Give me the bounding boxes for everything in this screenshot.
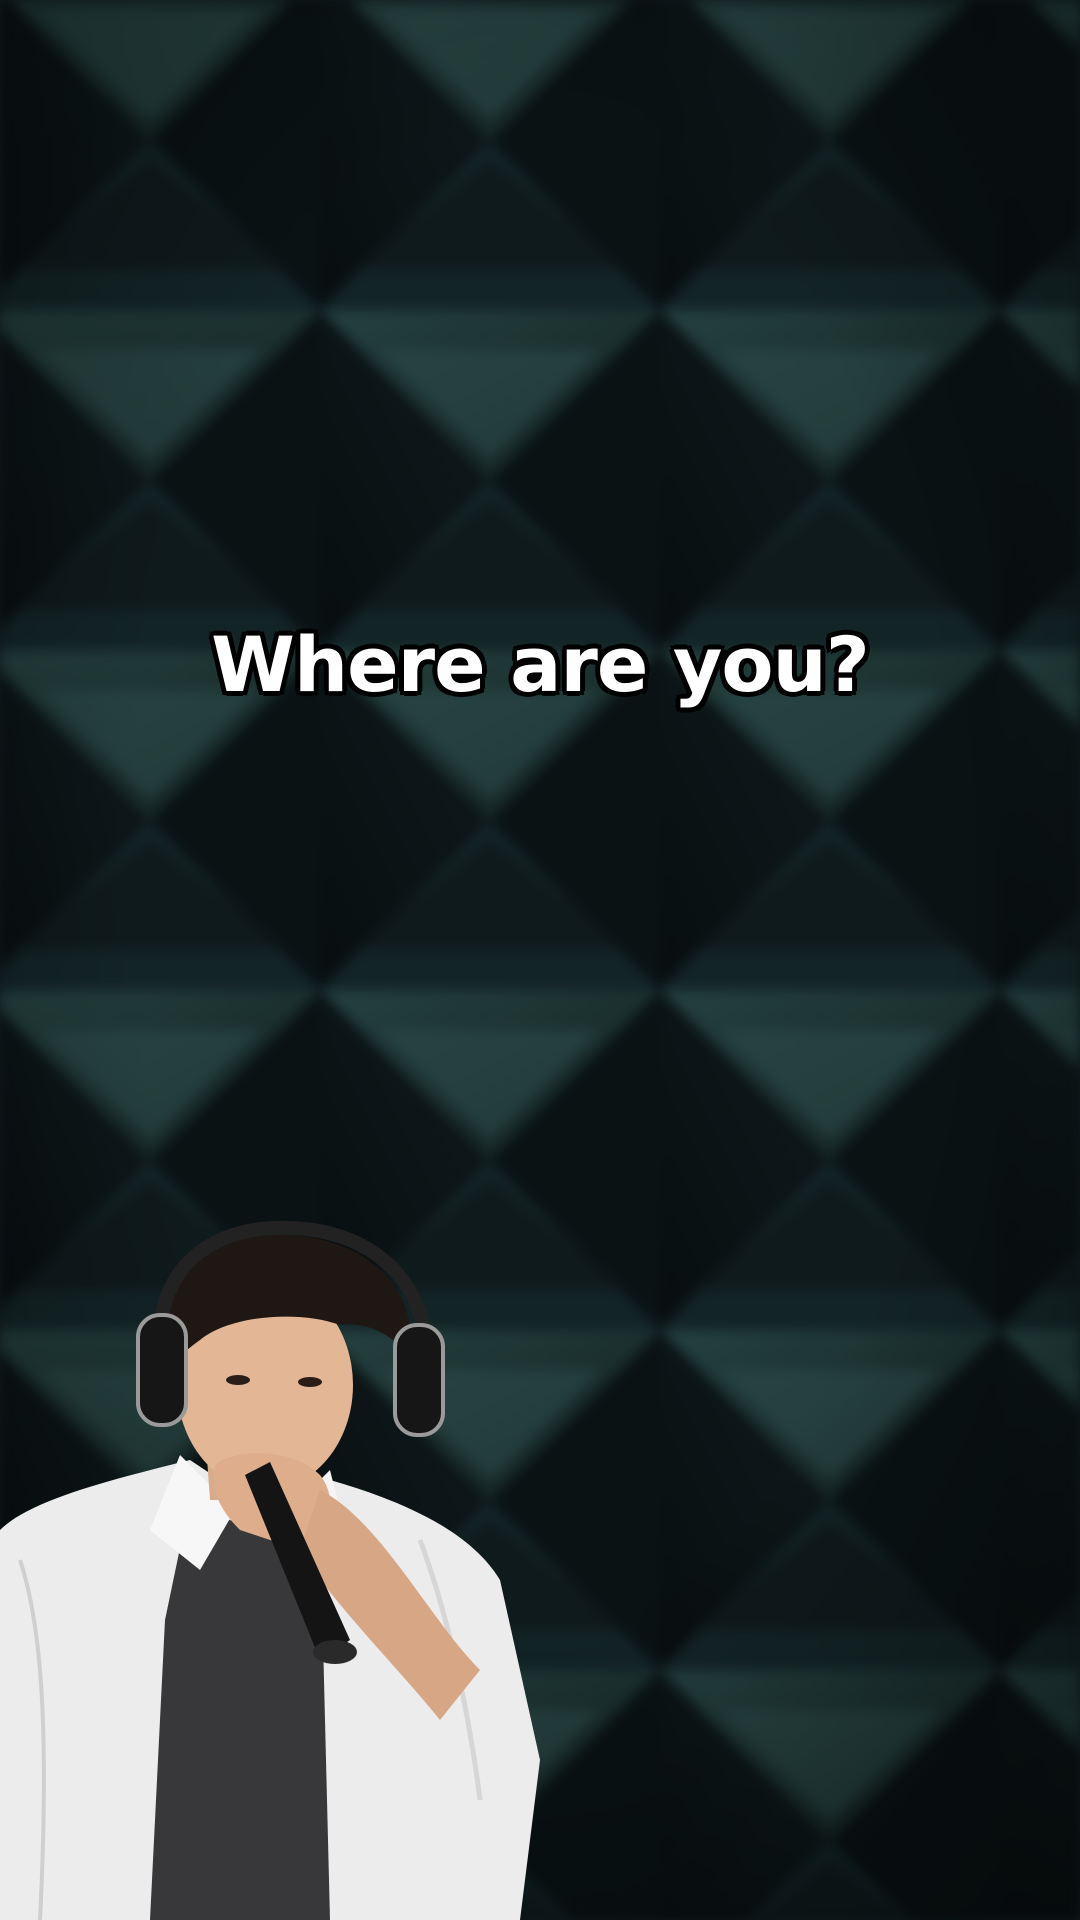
performer-figure	[0, 1220, 540, 1920]
caption-text: Where are you?	[211, 620, 870, 709]
video-frame: Where are you?	[0, 0, 1080, 1920]
